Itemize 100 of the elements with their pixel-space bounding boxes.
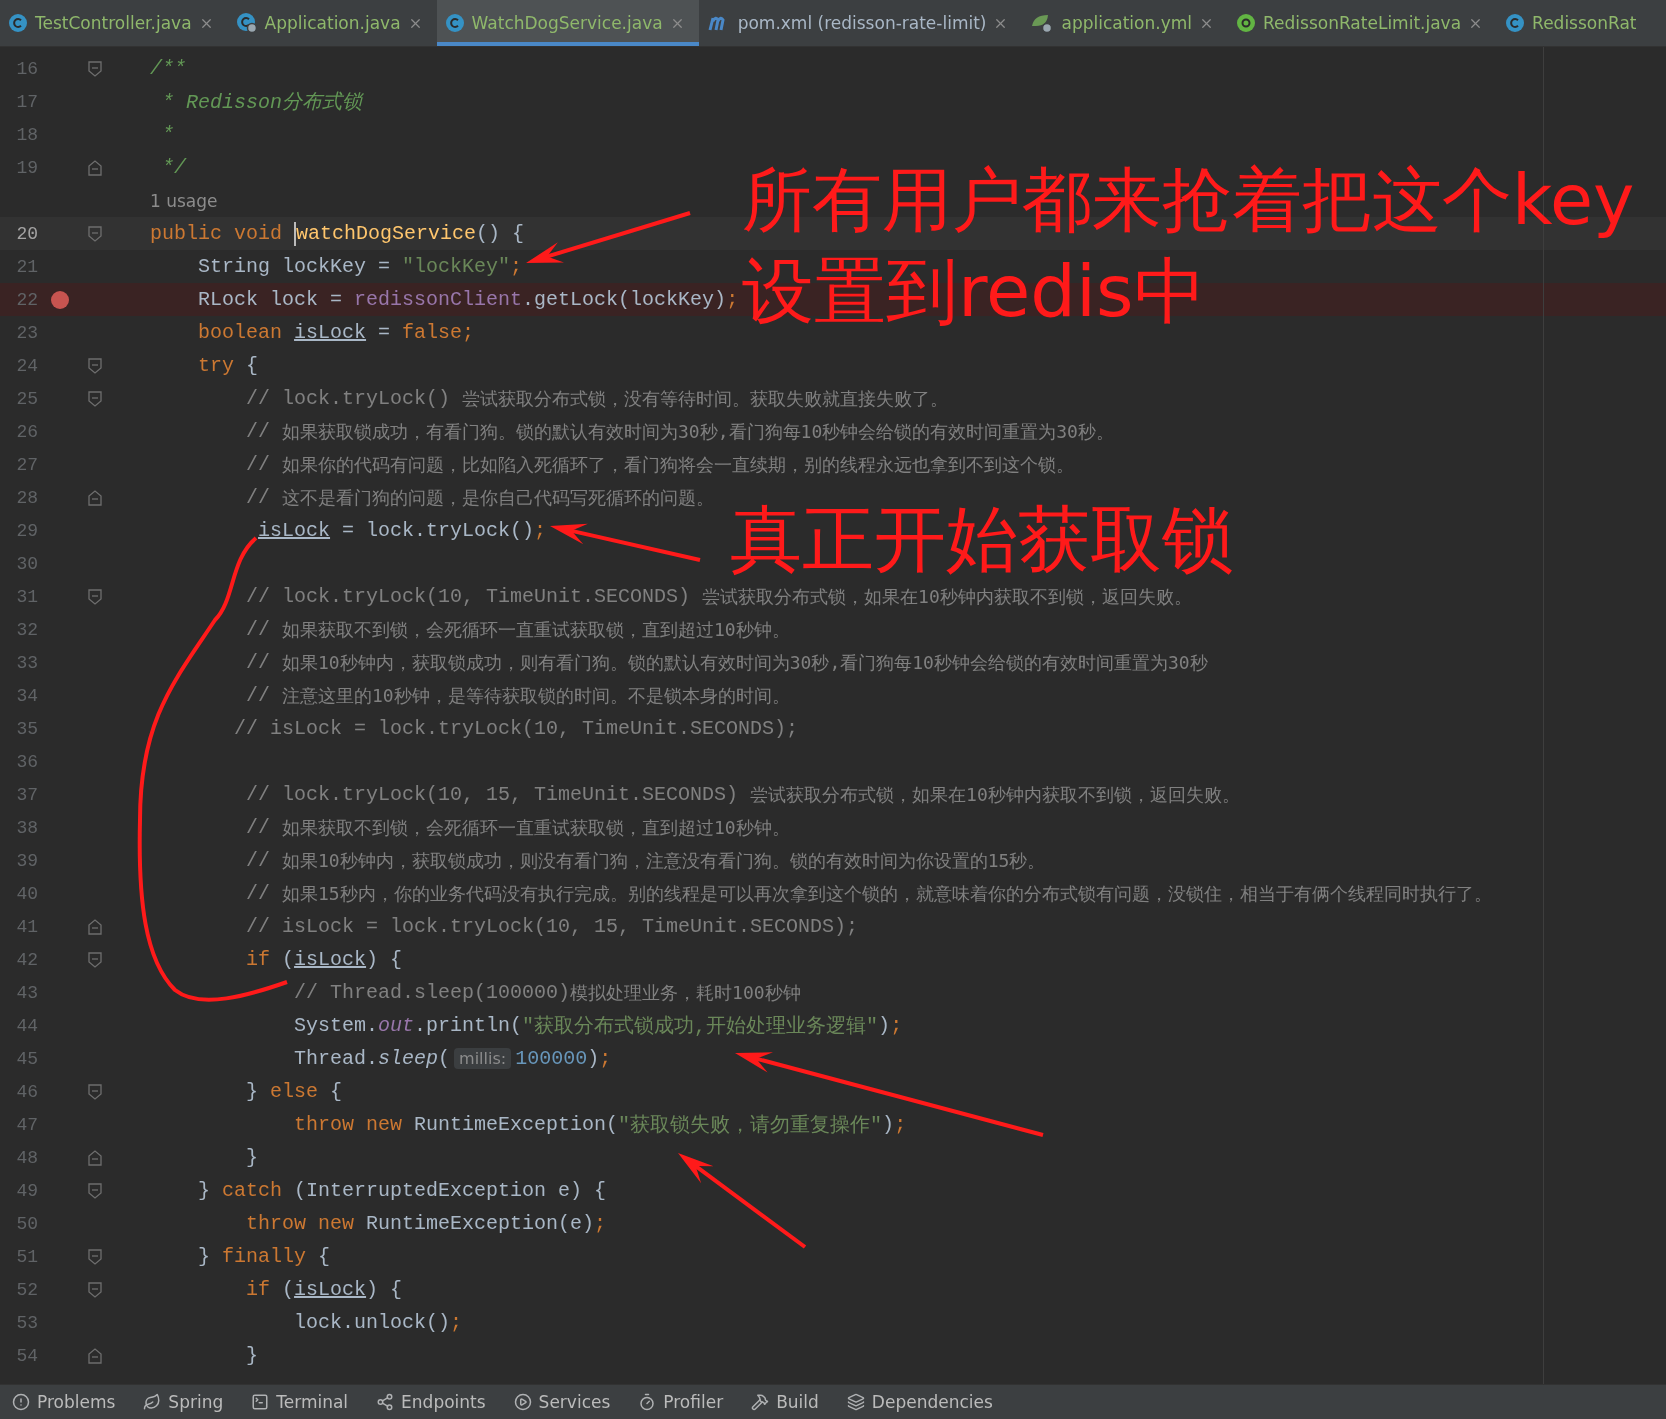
line-number: 37 [15,784,38,805]
code-line: */ [161,156,186,179]
code-line: System.out.println("获取分布式锁成功,开始处理业务逻辑"); [293,1013,903,1039]
code-line: } finally { [197,1245,331,1268]
code-line: } [245,1344,259,1367]
tool-window-button[interactable]: Problems [12,1392,116,1412]
line-number: 19 [15,157,38,178]
annotation-text: 真正开始获取锁 [730,503,1234,575]
code-line: } [245,1146,259,1169]
line-number: 50 [15,1213,38,1234]
app-class-icon [235,12,258,34]
code-line: } catch (InterruptedException e) { [197,1179,607,1202]
line-number: 35 [15,718,38,739]
line-number: 31 [15,586,38,607]
fold-marker-icon[interactable] [88,1182,102,1199]
line-number: 43 [15,982,38,1003]
line-number: 29 [15,520,38,541]
line-number: 26 [15,421,38,442]
usage-hint[interactable]: 1 usage [150,190,218,211]
code-line: // 如果10秒钟内，获取锁成功，则没有看门狗，注意没有看门狗。锁的有效时间为你设置的15秒。 [245,848,1046,873]
code-line: * [161,123,174,146]
line-number: 53 [15,1312,38,1333]
line-number: 22 [15,289,38,310]
tool-window-button[interactable]: Spring [143,1392,224,1412]
tool-window-button[interactable]: Terminal [251,1392,349,1412]
terminal-icon [251,1393,270,1411]
class-icon [1505,13,1526,33]
code-line: // lock.tryLock(10, 15, TimeUnit.SECONDS) 尝试获取分布式锁，如果在10秒钟内获取不到锁，返回失败。 [245,782,1240,807]
line-number: 28 [15,487,38,508]
fold-marker-icon[interactable] [88,1083,102,1100]
fold-marker-icon[interactable] [88,357,102,374]
code-line: boolean isLock = false; [197,321,475,344]
tool-window-button[interactable]: Endpoints [376,1392,486,1412]
fold-marker-icon[interactable] [88,489,102,506]
code-line: throw new RuntimeException("获取锁失败，请勿重复操作"); [293,1112,907,1138]
line-number: 44 [15,1015,38,1036]
fold-marker-icon[interactable] [88,390,102,407]
play-icon [513,1393,532,1411]
line-number: 18 [15,124,38,145]
code-line: // isLock = lock.tryLock(10, TimeUnit.SECONDS); [233,717,799,740]
code-line: // lock.tryLock() 尝试获取分布式锁，没有等待时间。获取失败就直接失败了。 [245,386,949,411]
editor-tab[interactable]: pom.xml (redisson-rate-limit) [698,0,1023,46]
line-number: 27 [15,454,38,475]
line-number: 30 [15,553,38,574]
layers-icon [846,1393,865,1411]
tool-window-button[interactable]: Dependencies [846,1392,993,1412]
line-number: 21 [15,256,38,277]
fold-marker-icon[interactable] [88,918,102,935]
nodes-icon [376,1393,395,1411]
editor-tab[interactable]: application.yml [1022,0,1228,46]
editor-tab[interactable]: RedissonRat [1497,0,1651,46]
code-line: try { [197,354,259,377]
code-line: Thread.sleep( millis: 100000); [293,1047,612,1070]
line-number: 24 [15,355,38,376]
timer-icon [638,1393,657,1411]
editor-tab[interactable]: Application.java [227,0,437,46]
line-number: 48 [15,1147,38,1168]
code-line: if (isLock) { [245,1278,403,1301]
tool-window-button[interactable]: Build [751,1392,819,1412]
code-line: isLock = lock.tryLock(); [257,519,547,542]
alert-icon [12,1393,30,1411]
fold-marker-icon[interactable] [88,225,102,242]
code-line: * Redisson分布式锁 [161,90,363,115]
line-number: 16 [15,58,38,79]
code-line: RLock lock = redissonClient.getLock(lockKey); [197,288,739,311]
line-number: 40 [15,883,38,904]
code-line: } else { [245,1080,343,1103]
line-number: 32 [15,619,38,640]
line-number: 52 [15,1279,38,1300]
hammer-icon [751,1393,770,1411]
editor-tab[interactable]: RedissonRateLimit.java [1228,0,1498,46]
fold-marker-icon[interactable] [88,588,102,605]
tool-window-button[interactable]: Profiler [638,1392,724,1412]
code-line: // 如果你的代码有问题，比如陷入死循环了，看门狗将会一直续期，别的线程永远也拿到不到这个锁。 [245,452,1075,477]
fold-marker-icon[interactable] [88,60,102,77]
editor-tab[interactable]: TestController.java [0,0,228,46]
annotation-icon [1236,13,1256,33]
editor-tab[interactable]: WatchDogService.java [436,0,699,46]
line-number: 47 [15,1114,38,1135]
code-line: // isLock = lock.tryLock(10, 15, TimeUnit.SECONDS); [245,915,859,938]
fold-marker-icon[interactable] [88,1347,102,1364]
fold-marker-icon[interactable] [88,951,102,968]
code-line: // 如果15秒内，你的业务代码没有执行完成。别的线程是可以再次拿到这个锁的，就意味着你的分布式锁有问题，没锁住，相当于有俩个线程同时执行了。 [245,881,1492,906]
line-number: 36 [15,751,38,772]
line-number: 41 [15,916,38,937]
fold-marker-icon[interactable] [88,1248,102,1265]
line-number: 51 [15,1246,38,1267]
line-number: 33 [15,652,38,673]
fold-marker-icon[interactable] [88,1281,102,1298]
code-line: lock.unlock(); [293,1311,463,1334]
breakpoint-icon[interactable] [51,290,69,309]
class-icon [444,13,465,33]
tool-window-button[interactable]: Services [513,1392,611,1412]
code-line: String lockKey = "lockKey"; [197,255,523,278]
code-line: if (isLock) { [245,948,403,971]
code-line: // 注意这里的10秒钟，是等待获取锁的时间。不是锁本身的时间。 [245,683,790,708]
line-number: 39 [15,850,38,871]
fold-marker-icon[interactable] [88,1149,102,1166]
fold-marker-icon[interactable] [88,159,102,176]
line-number: 17 [15,91,38,112]
